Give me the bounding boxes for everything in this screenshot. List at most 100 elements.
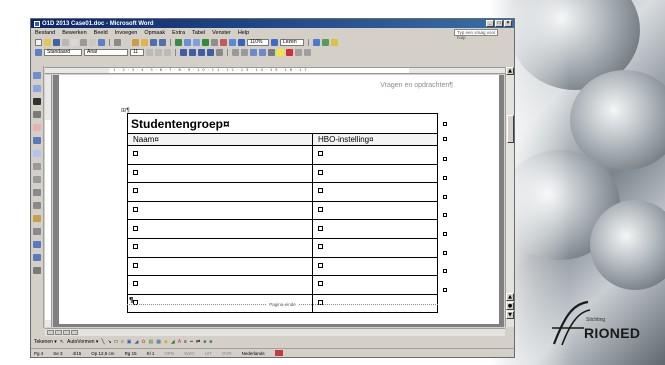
underline-icon[interactable] (164, 48, 171, 56)
columns-icon[interactable] (211, 38, 218, 46)
shading-icon[interactable] (33, 150, 41, 157)
bullets-icon[interactable] (241, 48, 248, 56)
menu-invoegen[interactable]: Invoegen (115, 30, 138, 36)
line-style-draw-icon[interactable]: ≡ (184, 339, 187, 345)
reading-layout-button[interactable]: Lezen (280, 38, 304, 46)
style-select[interactable]: Standaard (44, 48, 82, 56)
track-changes-icon[interactable] (322, 38, 329, 46)
print-icon[interactable] (80, 38, 87, 46)
menu-extra[interactable]: Extra (172, 30, 185, 36)
zoom-select[interactable]: 110% (247, 38, 269, 46)
oval-icon[interactable]: ○ (121, 339, 124, 345)
hyperlink-icon[interactable] (175, 38, 182, 46)
copy-icon[interactable] (123, 38, 130, 46)
styles-pane-icon[interactable] (35, 48, 42, 56)
diagram-icon[interactable]: ✿ (141, 339, 145, 345)
format-painter-icon[interactable] (141, 38, 148, 46)
print-preview-icon[interactable] (89, 38, 96, 46)
3d-icon[interactable]: ■ (209, 339, 212, 345)
menu-beeld[interactable]: Beeld (94, 30, 108, 36)
distribute-rows-icon[interactable] (33, 202, 41, 209)
autoshapes-menu[interactable]: AutoVormen ▾ (67, 339, 98, 345)
status-mode-ovr[interactable]: OVR (222, 351, 232, 356)
highlight-icon[interactable] (277, 48, 284, 56)
open-folder-icon[interactable] (44, 38, 51, 46)
italic-icon[interactable] (155, 48, 162, 56)
draw-menu[interactable]: Tekenen ▾ (34, 339, 57, 345)
web-view-button[interactable] (55, 330, 62, 335)
align-left-icon[interactable] (180, 48, 187, 56)
increase-indent-icon[interactable] (259, 48, 266, 56)
line-icon[interactable]: ╲ (101, 339, 104, 345)
align-center-icon[interactable] (189, 48, 196, 56)
sort-asc-icon[interactable] (33, 241, 41, 248)
status-mode-trk[interactable]: WZG (184, 351, 195, 356)
rectangle-icon[interactable]: □ (115, 339, 118, 345)
hbo-cell[interactable] (312, 200, 438, 221)
close-button[interactable]: × (504, 20, 512, 27)
reviewing-icon[interactable] (313, 38, 320, 46)
vertical-scrollbar[interactable]: ▲ ▲ ● ▼ (505, 67, 514, 327)
menu-tabel[interactable]: Tabel (192, 30, 205, 36)
line-style-icon[interactable] (33, 98, 41, 105)
font-select[interactable]: Arial (84, 48, 128, 56)
dash-style-icon[interactable]: ┅ (190, 339, 193, 345)
menu-bestand[interactable]: Bestand (35, 30, 55, 36)
status-mode-ext[interactable]: UIT (205, 351, 212, 356)
browse-object-button[interactable]: ● (506, 302, 514, 310)
split-cells-icon[interactable] (33, 176, 41, 183)
line-color-icon[interactable]: ◢ (171, 339, 175, 345)
picture-icon[interactable]: ▦ (156, 339, 161, 345)
hbo-cell[interactable] (312, 237, 438, 258)
hbo-cell[interactable] (312, 256, 438, 277)
naam-cell[interactable] (127, 219, 313, 239)
menu-help[interactable]: Help (238, 30, 249, 36)
table-title[interactable]: Studentengroep¤ (127, 113, 438, 134)
cut-icon[interactable] (114, 38, 121, 46)
wordart-icon[interactable]: ◢ (134, 339, 138, 345)
naam-cell[interactable] (127, 200, 313, 221)
border-color-icon[interactable] (33, 137, 41, 144)
status-language[interactable]: Nederlands (242, 351, 265, 356)
next-page-button[interactable]: ▼ (506, 311, 514, 319)
line-spacing-icon[interactable] (216, 48, 223, 56)
print-view-button[interactable] (63, 330, 70, 335)
table-tool-icon[interactable] (33, 72, 41, 79)
permission-icon[interactable] (62, 38, 69, 46)
spelling-status-icon[interactable] (274, 350, 283, 356)
merge-cells-icon[interactable] (33, 163, 41, 170)
document-map-icon[interactable] (229, 38, 236, 46)
vertical-ruler[interactable] (45, 75, 52, 327)
font-color-draw-icon[interactable]: A (178, 339, 181, 345)
autoformat-icon[interactable] (33, 215, 41, 222)
naam-cell[interactable] (127, 237, 313, 258)
font-size-select[interactable]: 11 (130, 48, 144, 56)
tables-borders-icon[interactable] (184, 38, 191, 46)
undo-icon[interactable] (150, 38, 157, 46)
insert-table-icon[interactable] (193, 38, 200, 46)
fill-color-icon[interactable]: ◆ (164, 339, 168, 345)
naam-cell[interactable] (127, 275, 313, 295)
scroll-thumb[interactable] (507, 115, 514, 143)
text-direction-icon[interactable] (33, 228, 41, 235)
naam-cell[interactable] (127, 182, 313, 202)
autosum-icon[interactable] (33, 267, 41, 274)
column-header-naam[interactable]: Naam¤ (127, 133, 313, 146)
border-icon[interactable] (268, 48, 275, 56)
previous-page-button[interactable]: ▲ (506, 293, 514, 301)
menu-bewerken[interactable]: Bewerken (62, 30, 86, 36)
arrow-icon[interactable]: ↘ (107, 339, 111, 345)
student-group-table[interactable]: Studentengroep¤ Naam¤ HBO-instelling¤ (127, 113, 438, 314)
clipart-icon[interactable]: ▤ (149, 339, 154, 345)
grow-font-icon[interactable] (295, 48, 302, 56)
bold-icon[interactable] (146, 48, 153, 56)
select-objects-icon[interactable]: ↖ (60, 339, 64, 345)
align-cell-icon[interactable] (33, 189, 41, 196)
sort-desc-icon[interactable] (33, 254, 41, 261)
document-page[interactable]: Vragen en opdrachten¶ ⊞¶ Studentengroep¤… (59, 75, 499, 324)
justify-icon[interactable] (207, 48, 214, 56)
column-header-hbo[interactable]: HBO-instelling¤ (312, 133, 438, 146)
menu-venster[interactable]: Venster (212, 30, 231, 36)
insert-excel-icon[interactable] (202, 38, 209, 46)
shrink-font-icon[interactable] (304, 48, 311, 56)
